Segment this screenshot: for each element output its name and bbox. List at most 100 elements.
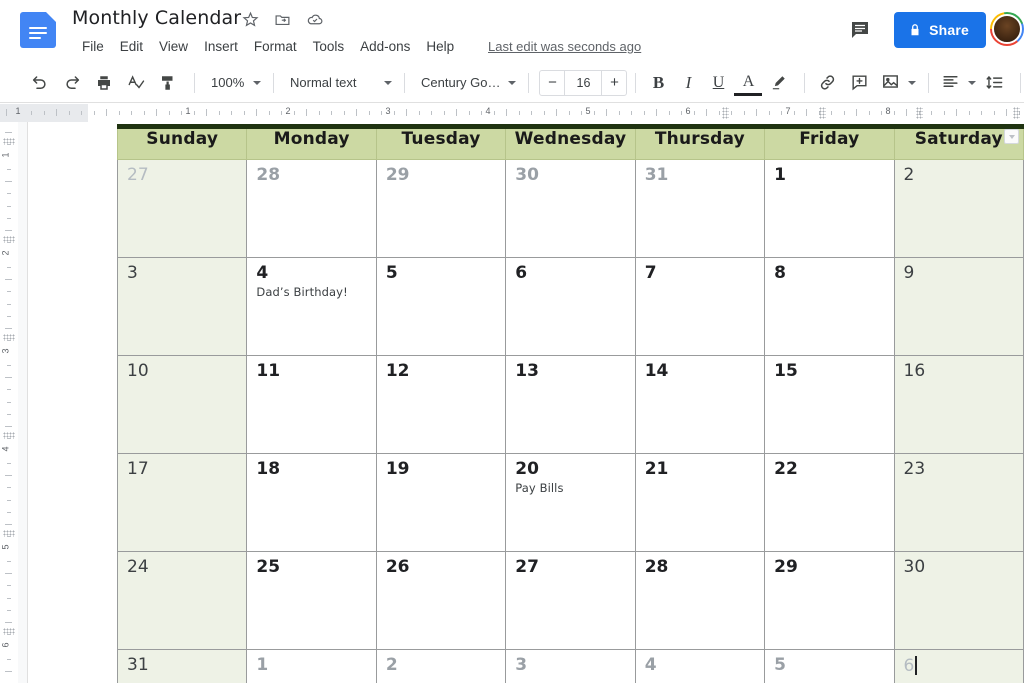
day-number: 4 <box>644 655 657 675</box>
move-to-folder-icon[interactable] <box>273 10 292 29</box>
calendar-day-cell[interactable]: 5 <box>375 257 507 356</box>
ruler-tick <box>506 109 507 116</box>
menu-item-add-ons[interactable]: Add-ons <box>352 38 418 55</box>
ruler-tab-stop[interactable] <box>819 107 826 119</box>
calendar-day-cell[interactable]: 24 <box>116 551 248 650</box>
calendar-day-cell[interactable]: 10 <box>116 355 248 454</box>
calendar-day-cell[interactable]: 14 <box>634 355 766 454</box>
calendar-event-text[interactable]: Dad’s Birthday! <box>256 285 375 300</box>
vertical-ruler[interactable]: 1 2 3 4 5 6 <box>0 122 19 683</box>
italic-button[interactable]: I <box>674 69 702 97</box>
last-edit-status[interactable]: Last edit was seconds ago <box>488 39 641 54</box>
calendar-day-cell[interactable]: 26 <box>375 551 507 650</box>
menu-item-tools[interactable]: Tools <box>305 38 353 55</box>
calendar-day-cell[interactable]: 13 <box>505 355 636 454</box>
star-icon[interactable] <box>241 10 260 29</box>
calendar-day-cell[interactable]: 7 <box>634 257 766 356</box>
calendar-day-cell[interactable]: 27 <box>116 159 248 258</box>
calendar-day-cell[interactable]: 1 <box>246 649 377 683</box>
add-comment-icon[interactable] <box>845 69 873 97</box>
text-color-button[interactable]: A <box>734 72 763 96</box>
calendar-day-cell[interactable]: 19 <box>375 453 507 552</box>
calendar-day-cell[interactable]: 2 <box>893 159 1024 258</box>
ruler-tab-stop[interactable] <box>916 107 923 119</box>
menu-item-view[interactable]: View <box>151 38 196 55</box>
calendar-day-cell[interactable]: 4 Dad’s Birthday! <box>246 257 377 356</box>
ruler-tab-stop[interactable] <box>722 107 729 119</box>
menu-item-file[interactable]: File <box>74 38 112 55</box>
calendar-day-cell[interactable]: 1 <box>764 159 895 258</box>
menu-item-edit[interactable]: Edit <box>112 38 151 55</box>
calendar-day-cell[interactable]: 22 <box>764 453 895 552</box>
calendar-day-cell[interactable]: 16 <box>893 355 1024 454</box>
avatar[interactable] <box>990 12 1024 46</box>
spellcheck-icon[interactable] <box>122 69 150 97</box>
ruler-tick <box>631 111 632 115</box>
calendar-day-cell[interactable]: 8 <box>764 257 895 356</box>
font-size-increase-button[interactable]: + <box>601 69 628 96</box>
calendar-day-cell[interactable]: 29 <box>375 159 507 258</box>
calendar-day-cell[interactable]: 27 <box>505 551 636 650</box>
calendar-event-text[interactable]: Pay Bills <box>515 481 634 496</box>
menu-item-format[interactable]: Format <box>246 38 305 55</box>
calendar-day-cell[interactable]: 6 <box>505 257 636 356</box>
table-options-handle[interactable] <box>1004 129 1019 144</box>
font-family-dropdown[interactable]: Century Go… <box>413 70 520 96</box>
calendar-day-cell[interactable]: 31 <box>116 649 248 683</box>
document-page[interactable]: Sunday Monday Tuesday Wednesday Thursday… <box>28 122 1024 683</box>
calendar-day-cell[interactable]: 12 <box>375 355 507 454</box>
calendar-day-cell[interactable]: 28 <box>246 159 377 258</box>
day-header-tuesday: Tuesday <box>375 124 507 160</box>
undo-icon[interactable] <box>26 69 54 97</box>
calendar-day-cell[interactable]: 20 Pay Bills <box>505 453 636 552</box>
ruler-tab-stop[interactable] <box>1013 107 1020 119</box>
calendar-day-cell[interactable]: 21 <box>634 453 766 552</box>
google-docs-logo[interactable] <box>20 12 56 48</box>
cloud-saved-icon[interactable] <box>305 10 324 29</box>
chevron-down-icon <box>968 80 977 85</box>
day-number: 1 <box>256 655 269 675</box>
insert-link-icon[interactable] <box>813 69 841 97</box>
monthly-calendar-table[interactable]: Sunday Monday Tuesday Wednesday Thursday… <box>116 124 1024 683</box>
calendar-day-cell[interactable]: 30 <box>505 159 636 258</box>
comment-history-icon[interactable] <box>848 18 872 42</box>
zoom-level-dropdown[interactable]: 100% <box>203 70 265 96</box>
ruler-tick <box>581 111 582 115</box>
calendar-day-cell[interactable]: 4 <box>634 649 766 683</box>
page-title[interactable]: Monthly Calendar <box>72 7 241 29</box>
calendar-day-cell[interactable]: 2 <box>375 649 507 683</box>
calendar-day-cell[interactable]: 17 <box>116 453 248 552</box>
ruler-tick <box>644 111 645 115</box>
calendar-day-cell[interactable]: 3 <box>505 649 636 683</box>
calendar-day-cell[interactable]: 30 <box>893 551 1024 650</box>
redo-icon[interactable] <box>58 69 86 97</box>
menu-item-insert[interactable]: Insert <box>196 38 246 55</box>
highlight-color-icon[interactable] <box>764 69 792 97</box>
calendar-day-cell[interactable]: 3 <box>116 257 248 356</box>
paragraph-style-dropdown[interactable]: Normal text <box>282 70 396 96</box>
ruler-tick <box>394 111 395 115</box>
font-size-input[interactable]: 16 <box>565 69 602 96</box>
calendar-day-cell[interactable]: 5 <box>764 649 895 683</box>
menu-item-help[interactable]: Help <box>418 38 462 55</box>
calendar-day-cell[interactable]: 31 <box>634 159 766 258</box>
calendar-day-cell[interactable]: 9 <box>893 257 1024 356</box>
calendar-day-cell[interactable]: 25 <box>246 551 377 650</box>
print-icon[interactable] <box>90 69 118 97</box>
calendar-day-cell[interactable]: 18 <box>246 453 377 552</box>
calendar-day-cell[interactable]: 29 <box>764 551 895 650</box>
underline-button[interactable]: U <box>704 69 732 97</box>
share-button[interactable]: Share <box>894 12 986 48</box>
line-spacing-icon[interactable] <box>980 69 1008 97</box>
font-size-decrease-button[interactable]: − <box>539 69 566 96</box>
calendar-day-cell[interactable]: 28 <box>634 551 766 650</box>
paint-format-icon[interactable] <box>154 69 182 97</box>
calendar-day-cell[interactable]: 23 <box>893 453 1024 552</box>
align-dropdown[interactable] <box>937 70 980 96</box>
insert-image-dropdown[interactable] <box>877 70 920 96</box>
horizontal-ruler[interactable]: 1 1 2 3 4 5 6 7 8 <box>0 104 1024 122</box>
calendar-day-cell[interactable]: 11 <box>246 355 377 454</box>
calendar-day-cell[interactable]: 6 <box>893 649 1024 683</box>
calendar-day-cell[interactable]: 15 <box>764 355 895 454</box>
bold-button[interactable]: B <box>644 69 672 97</box>
